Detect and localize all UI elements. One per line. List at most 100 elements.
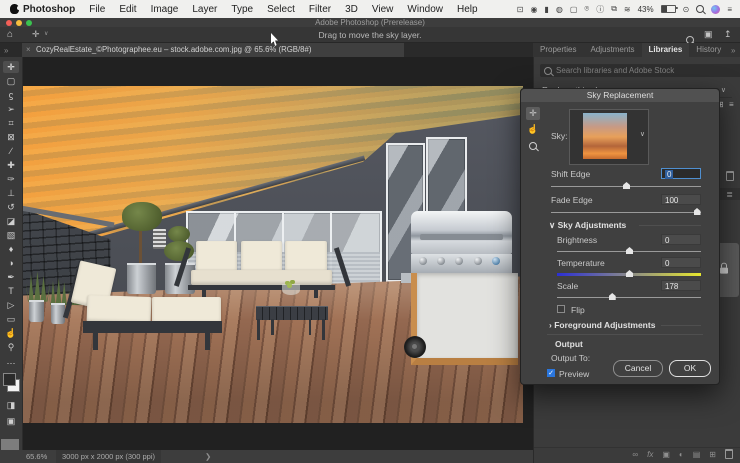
eyedropper-tool[interactable]: ∕ — [3, 145, 19, 157]
link-icon[interactable]: ∞ — [632, 450, 638, 459]
menu-layer[interactable]: Layer — [192, 4, 217, 15]
zoom-level[interactable]: 65.6% — [26, 450, 47, 463]
slider-knob[interactable] — [623, 182, 630, 189]
info-icon[interactable]: ⓘ — [596, 4, 604, 15]
shape-tool[interactable]: ▭ — [3, 313, 19, 325]
trash-icon[interactable] — [726, 171, 734, 181]
menu-photoshop[interactable]: Photoshop — [23, 4, 75, 15]
keychain-icon[interactable]: ⌾ — [584, 4, 589, 14]
panel-overflow-icon[interactable]: » — [731, 46, 735, 55]
lasso-tool[interactable]: ϛ — [3, 89, 19, 101]
sky-preset-well[interactable]: ∨ — [569, 109, 649, 165]
tab-adjustments[interactable]: Adjustments — [583, 43, 641, 57]
menu-select[interactable]: Select — [267, 4, 295, 15]
wifi-icon[interactable]: ≋ — [624, 5, 631, 14]
zoom-tool[interactable]: ⚲ — [3, 341, 19, 353]
menu-3d[interactable]: 3D — [345, 4, 358, 15]
workspace-icon[interactable]: ▣ — [704, 30, 713, 39]
screen-record-icon[interactable]: ⊡ — [517, 5, 524, 14]
fx-icon[interactable]: fx — [647, 450, 653, 459]
eraser-tool[interactable]: ◪ — [3, 215, 19, 227]
airplay-icon[interactable]: ⧉ — [611, 4, 617, 14]
healing-brush-tool[interactable]: ✚ — [3, 159, 19, 171]
display-icon[interactable]: ▮ — [544, 5, 548, 14]
preview-checkbox[interactable]: ✓ — [547, 369, 555, 377]
dialog-hand-tool[interactable]: ☝ — [526, 123, 540, 136]
foreground-adjustments-header[interactable]: › Foreground Adjustments — [549, 320, 655, 330]
spotlight-icon[interactable] — [696, 5, 704, 13]
menu-filter[interactable]: Filter — [309, 4, 331, 15]
mask-icon[interactable]: ▣ — [662, 450, 670, 459]
pen-tool[interactable]: ✒ — [3, 271, 19, 283]
object-selection-tool[interactable]: ➢ — [3, 103, 19, 115]
brightness-input[interactable]: 0 — [661, 234, 701, 245]
toolbar-collapse-icon[interactable]: » — [4, 46, 8, 55]
menu-window[interactable]: Window — [407, 4, 443, 15]
libraries-search-input[interactable]: Search libraries and Adobe Stock — [540, 64, 740, 77]
clone-stamp-tool[interactable]: ⊥ — [3, 187, 19, 199]
camera-icon[interactable]: ◉ — [530, 5, 537, 14]
clock-icon[interactable]: ⊙ — [683, 5, 690, 14]
hand-tool[interactable]: ☝ — [3, 327, 19, 339]
ok-button[interactable]: OK — [669, 360, 711, 377]
list-view-icon[interactable]: ≡ — [729, 100, 734, 109]
menu-type[interactable]: Type — [231, 4, 253, 15]
marquee-tool[interactable]: ▢ — [3, 75, 19, 87]
dialog-zoom-tool[interactable] — [526, 139, 540, 152]
chevron-down-icon[interactable]: ∨ — [640, 130, 645, 138]
dodge-tool[interactable]: ◑ — [3, 257, 19, 269]
menu-view[interactable]: View — [372, 4, 394, 15]
status-chevron-icon[interactable]: ❯ — [205, 450, 211, 463]
menu-file[interactable]: File — [89, 4, 105, 15]
tab-libraries[interactable]: Libraries — [642, 43, 690, 57]
tab-history[interactable]: History — [689, 43, 728, 57]
gradient-tool[interactable]: ▧ — [3, 229, 19, 241]
panel-menu-icon[interactable]: ≣ — [726, 190, 733, 199]
document-tab[interactable]: × CozyRealEstate_©Photographee.eu – stoc… — [22, 43, 404, 57]
menu-image[interactable]: Image — [151, 4, 179, 15]
fade-edge-slider[interactable] — [551, 212, 701, 213]
group-icon[interactable]: ▤ — [693, 450, 701, 459]
notification-center-icon[interactable]: ≡ — [727, 5, 732, 14]
temperature-input[interactable]: 0 — [661, 257, 701, 268]
brightness-slider[interactable] — [557, 251, 701, 252]
eye-icon[interactable]: ◍ — [556, 5, 563, 14]
sky-preset-thumbnail[interactable] — [583, 113, 627, 159]
menu-help[interactable]: Help — [457, 4, 478, 15]
document-image[interactable] — [23, 86, 523, 423]
apple-menu-icon[interactable] — [10, 4, 19, 14]
sky-adjustments-header[interactable]: ∨ Sky Adjustments — [549, 220, 626, 231]
scale-slider[interactable] — [557, 297, 701, 298]
dialog-move-tool[interactable]: ✛ — [526, 107, 540, 120]
window-icon[interactable]: ▢ — [570, 5, 578, 14]
scale-input[interactable]: 178 — [661, 280, 701, 291]
foreground-color-swatch[interactable] — [3, 373, 16, 386]
adjustment-icon[interactable]: ◐ — [679, 450, 684, 459]
tab-properties[interactable]: Properties — [533, 43, 583, 57]
quick-mask-icon[interactable]: ◨ — [3, 399, 19, 411]
siri-icon[interactable] — [711, 5, 720, 14]
cancel-button[interactable]: Cancel — [613, 360, 663, 377]
slider-knob[interactable] — [626, 270, 633, 277]
slider-knob[interactable] — [609, 293, 616, 300]
more-tools-icon[interactable]: ⋯ — [3, 357, 19, 369]
delete-layer-icon[interactable] — [725, 449, 733, 459]
slider-knob[interactable] — [694, 208, 701, 215]
path-selection-tool[interactable]: ▷ — [3, 299, 19, 311]
slider-knob[interactable] — [626, 247, 633, 254]
crop-tool[interactable]: ⌗ — [3, 117, 19, 129]
history-brush-tool[interactable]: ↺ — [3, 201, 19, 213]
share-icon[interactable]: ↥ — [724, 30, 732, 39]
new-layer-icon[interactable]: ⊞ — [709, 450, 716, 459]
screen-mode-icon[interactable]: ▣ — [3, 415, 19, 427]
flip-checkbox[interactable] — [557, 305, 565, 313]
fade-edge-input[interactable]: 100 — [661, 194, 701, 205]
type-tool[interactable]: T — [3, 285, 19, 297]
frame-tool[interactable]: ⊠ — [3, 131, 19, 143]
temperature-slider[interactable] — [557, 273, 701, 276]
close-tab-icon[interactable]: × — [26, 43, 31, 57]
dialog-title[interactable]: Sky Replacement — [521, 89, 719, 102]
blur-tool[interactable]: ♦ — [3, 243, 19, 255]
move-tool[interactable]: ✛ — [3, 61, 19, 73]
shift-edge-slider[interactable] — [551, 186, 701, 187]
